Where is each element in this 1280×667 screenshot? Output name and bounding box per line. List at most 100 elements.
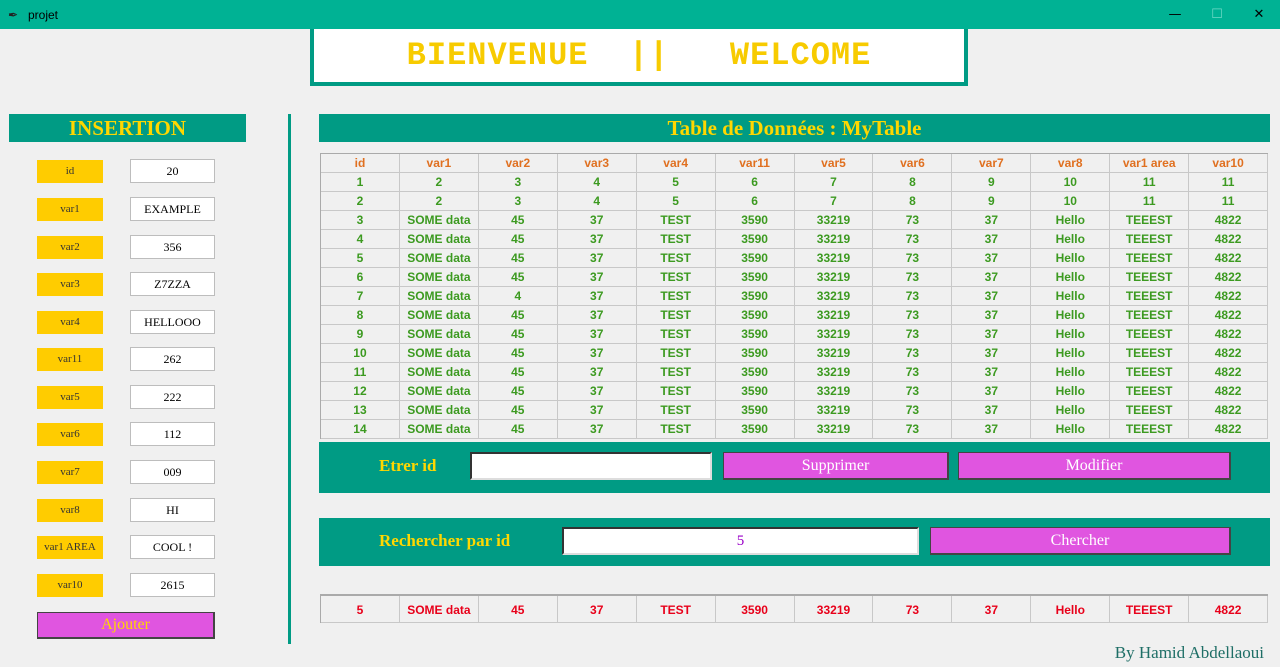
field-input-var2[interactable] — [130, 235, 215, 259]
table-row[interactable]: 8 SOME data 45 37 TEST 3590 33219 73 37 Hello TEEE… — [321, 306, 1269, 325]
table-cell: SOME data — [399, 211, 479, 230]
table-row[interactable]: 9 SOME data 45 37 TEST 3590 33219 73 37 Hello TEEE… — [321, 325, 1269, 344]
column-header[interactable]: var5 — [794, 154, 874, 173]
table-cell: 37 — [952, 287, 1032, 306]
table-cell: 10 — [1031, 192, 1111, 211]
field-input-var1[interactable] — [130, 197, 215, 221]
column-header[interactable]: var1 area — [1110, 154, 1190, 173]
field-input-var3[interactable] — [130, 272, 215, 296]
table-row[interactable]: 3 SOME data 45 37 TEST 3590 33219 73 37 Hello TEEE… — [321, 211, 1269, 230]
table-cell: 11 — [1110, 173, 1190, 192]
id-entry-label: Etrer id — [379, 456, 437, 475]
table-cell: 73 — [873, 363, 953, 382]
table-row[interactable]: 4 SOME data 45 37 TEST 3590 33219 73 37 Hello TEEE… — [321, 230, 1269, 249]
table-cell: 11 — [1110, 192, 1190, 211]
field-input-var4[interactable] — [130, 310, 215, 334]
title-bar[interactable]: ✒ projet — ☐ ✕ — [0, 0, 1280, 29]
table-cell: TEEEST — [1110, 420, 1190, 439]
column-header[interactable]: var7 — [952, 154, 1032, 173]
table-cell: 11 — [1189, 173, 1269, 192]
add-button[interactable]: Ajouter — [37, 612, 215, 639]
field-label-var10: var10 — [37, 574, 103, 597]
column-header[interactable]: var8 — [1031, 154, 1111, 173]
field-label-var6: var6 — [37, 423, 103, 446]
column-header[interactable]: var10 — [1189, 154, 1269, 173]
table-cell: 4822 — [1189, 363, 1269, 382]
table-cell: 37 — [557, 211, 637, 230]
table-cell: 33219 — [794, 344, 874, 363]
table-cell: 3 — [478, 192, 558, 211]
table-cell: Hello — [1031, 325, 1111, 344]
table-row[interactable]: 13 SOME data 45 37 TEST 3590 33219 73 37 Hello TEE… — [321, 401, 1269, 420]
column-header[interactable]: var6 — [873, 154, 953, 173]
delete-button[interactable]: Supprimer — [723, 452, 949, 480]
table-row[interactable]: 7 SOME data 4 37 TEST 3590 33219 73 37 Hello TEEES… — [321, 287, 1269, 306]
field-label-var3: var3 — [37, 273, 103, 296]
table-cell: 37 — [557, 230, 637, 249]
table-row[interactable]: 6 SOME data 45 37 TEST 3590 33219 73 37 Hello TEEE… — [321, 268, 1269, 287]
field-label-var2: var2 — [37, 236, 103, 259]
modify-button[interactable]: Modifier — [958, 452, 1231, 480]
data-table[interactable]: id var1 var2 var3 var4 var11 var5 var6 var7 var8 v… — [320, 153, 1269, 439]
table-cell: 9 — [952, 173, 1032, 192]
delete-modify-panel: Etrer id Supprimer Modifier — [319, 442, 1270, 493]
result-cell: 33219 — [794, 596, 874, 623]
table-cell: TEST — [636, 249, 716, 268]
field-input-var8[interactable] — [130, 498, 215, 522]
table-cell: 3590 — [715, 344, 795, 363]
table-cell: 45 — [478, 420, 558, 439]
table-row[interactable]: 14 SOME data 45 37 TEST 3590 33219 73 37 Hello TEE… — [321, 420, 1269, 439]
field-input-var5[interactable] — [130, 385, 215, 409]
table-cell: 6 — [715, 192, 795, 211]
table-cell: SOME data — [399, 420, 479, 439]
table-cell: 73 — [873, 401, 953, 420]
close-icon[interactable]: ✕ — [1238, 0, 1280, 29]
table-cell: 33219 — [794, 211, 874, 230]
table-cell: TEEEST — [1110, 249, 1190, 268]
table-row[interactable]: 11 SOME data 45 37 TEST 3590 33219 73 37 Hello TEE… — [321, 363, 1269, 382]
table-cell: 4822 — [1189, 344, 1269, 363]
id-entry-input[interactable] — [470, 452, 712, 480]
field-input-var10[interactable] — [130, 573, 215, 597]
column-header[interactable]: var1 — [399, 154, 479, 173]
table-cell: SOME data — [399, 363, 479, 382]
field-input-var1-area[interactable] — [130, 535, 215, 559]
column-header[interactable]: var3 — [557, 154, 637, 173]
table-cell: 37 — [952, 249, 1032, 268]
field-input-var11[interactable] — [130, 347, 215, 371]
table-cell: 4822 — [1189, 249, 1269, 268]
column-header[interactable]: var2 — [478, 154, 558, 173]
search-button[interactable]: Chercher — [930, 527, 1231, 555]
field-input-id[interactable] — [130, 159, 215, 183]
table-cell: 3590 — [715, 325, 795, 344]
result-cell: 3590 — [715, 596, 795, 623]
table-cell: 37 — [557, 420, 637, 439]
field-input-var6[interactable] — [130, 422, 215, 446]
table-cell: Hello — [1031, 249, 1111, 268]
search-input[interactable] — [562, 527, 919, 555]
table-row[interactable]: 1 2 3 4 5 6 7 8 9 10 11 11 — [321, 173, 1269, 192]
table-cell: 37 — [557, 344, 637, 363]
field-label-var5: var5 — [37, 386, 103, 409]
insertion-title: INSERTION — [9, 114, 246, 142]
column-header[interactable]: var4 — [636, 154, 716, 173]
table-row[interactable]: 10 SOME data 45 37 TEST 3590 33219 73 37 Hello TEE… — [321, 344, 1269, 363]
table-cell: 33219 — [794, 249, 874, 268]
column-header[interactable]: var11 — [715, 154, 795, 173]
table-cell: 3590 — [715, 401, 795, 420]
feather-icon: ✒ — [8, 7, 19, 22]
field-label-var1: var1 — [37, 198, 103, 221]
minimize-icon[interactable]: — — [1154, 0, 1196, 29]
table-row[interactable]: 12 SOME data 45 37 TEST 3590 33219 73 37 Hello TEE… — [321, 382, 1269, 401]
table-cell: 2 — [399, 173, 479, 192]
table-cell: 3590 — [715, 363, 795, 382]
table-cell: SOME data — [399, 382, 479, 401]
table-cell: 4 — [321, 230, 400, 249]
field-input-var7[interactable] — [130, 460, 215, 484]
table-row[interactable]: 5 SOME data 45 37 TEST 3590 33219 73 37 Hello TEEE… — [321, 249, 1269, 268]
table-cell: TEST — [636, 325, 716, 344]
table-cell: 10 — [321, 344, 400, 363]
table-cell: 33219 — [794, 268, 874, 287]
column-header[interactable]: id — [321, 154, 400, 173]
table-row[interactable]: 2 2 3 4 5 6 7 8 9 10 11 11 — [321, 192, 1269, 211]
